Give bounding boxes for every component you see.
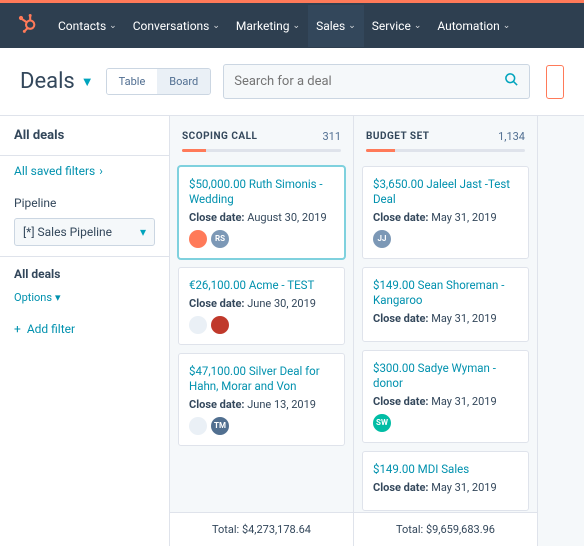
deal-close-date: Close date: May 31, 2019 (373, 312, 518, 325)
view-toggle: Table Board (106, 68, 212, 95)
deal-title: $300.00 Sadye Wyman - donor (373, 361, 518, 391)
deal-title: €26,100.00 Acme - TEST (189, 278, 334, 293)
sidebar-section-all-deals: All deals (0, 256, 169, 291)
all-saved-filters-link[interactable]: All saved filters › (0, 156, 169, 186)
avatar: RS (211, 230, 229, 248)
search-box[interactable] (223, 64, 530, 99)
chevron-down-icon: ⌄ (348, 21, 356, 31)
search-icon (504, 72, 519, 91)
deal-card[interactable]: $50,000.00 Ruth Simonis - Wedding Close d… (178, 166, 345, 259)
options-link[interactable]: Options ▾ (14, 291, 155, 304)
action-button[interactable] (546, 65, 564, 99)
top-nav: Contacts⌄Conversations⌄Marketing⌄Sales⌄S… (0, 0, 584, 48)
deal-card[interactable]: $149.00 Sean Shoreman - Kangaroo Close da… (362, 267, 529, 342)
deal-card[interactable]: $3,650.00 Jaleel Jast -Test Deal Close da… (362, 166, 529, 259)
deal-card[interactable]: $149.00 MDI Sales Close date: May 31, 201… (362, 451, 529, 511)
chevron-down-icon: ⌄ (503, 21, 511, 31)
sidebar-all-deals[interactable]: All deals (0, 116, 169, 156)
avatar (189, 417, 207, 435)
chevron-down-icon: ▾ (55, 291, 61, 304)
deal-card[interactable]: $300.00 Sadye Wyman - donor Close date: M… (362, 350, 529, 443)
chevron-down-icon: ⌄ (414, 21, 422, 31)
pipeline-label: Pipeline (0, 186, 169, 214)
avatar (189, 230, 207, 248)
deal-title: $3,650.00 Jaleel Jast -Test Deal (373, 177, 518, 207)
board-column: BUDGET SET 1,134 $3,650.00 Jaleel Jast -Te… (354, 116, 538, 546)
deal-card[interactable]: €26,100.00 Acme - TEST Close date: June 3… (178, 267, 345, 345)
column-title: SCOPING CALL (182, 131, 257, 142)
plus-icon: + (14, 322, 21, 336)
dropdown-icon: ▼ (81, 74, 94, 90)
pipeline-select[interactable]: [*] Sales Pipeline ▾ (14, 218, 155, 246)
nav-marketing[interactable]: Marketing⌄ (228, 5, 308, 47)
add-filter-button[interactable]: + Add filter (0, 312, 169, 346)
page-title[interactable]: Deals ▼ (20, 69, 94, 94)
deal-title: $149.00 Sean Shoreman - Kangaroo (373, 278, 518, 308)
chevron-down-icon: ▾ (140, 225, 146, 239)
deal-close-date: Close date: May 31, 2019 (373, 211, 518, 224)
nav-automation[interactable]: Automation⌄ (429, 5, 518, 47)
chevron-right-icon: › (99, 164, 103, 178)
deal-close-date: Close date: August 30, 2019 (189, 211, 334, 224)
chevron-down-icon: ⌄ (109, 21, 117, 31)
sidebar: All deals All saved filters › Pipeline [… (0, 116, 170, 546)
avatar: SW (373, 414, 391, 432)
nav-contacts[interactable]: Contacts⌄ (50, 5, 125, 47)
nav-sales[interactable]: Sales⌄ (308, 5, 364, 47)
deal-title: $149.00 MDI Sales (373, 462, 518, 477)
avatar (189, 316, 207, 334)
deal-close-date: Close date: May 31, 2019 (373, 395, 518, 408)
avatar: JJ (373, 230, 391, 248)
hubspot-logo (16, 13, 36, 38)
nav-service[interactable]: Service⌄ (364, 5, 430, 47)
column-total: Total: $9,659,683.96 (354, 512, 537, 546)
sub-header: Deals ▼ Table Board (0, 48, 584, 116)
board: SCOPING CALL 311 $50,000.00 Ruth Simonis -… (170, 116, 584, 546)
deal-close-date: Close date: June 13, 2019 (189, 398, 334, 411)
deal-card[interactable]: $47,100.00 Silver Deal for Hahn, Morar a… (178, 353, 345, 446)
nav-conversations[interactable]: Conversations⌄ (125, 5, 228, 47)
deal-close-date: Close date: May 31, 2019 (373, 481, 518, 494)
view-board[interactable]: Board (157, 69, 210, 94)
deal-title: $47,100.00 Silver Deal for Hahn, Morar a… (189, 364, 334, 394)
view-table[interactable]: Table (107, 69, 158, 94)
column-count: 311 (322, 130, 341, 143)
avatar (211, 316, 229, 334)
deal-close-date: Close date: June 30, 2019 (189, 297, 334, 310)
avatar: TM (211, 417, 229, 435)
chevron-down-icon: ⌄ (293, 21, 301, 31)
column-count: 1,134 (498, 130, 525, 143)
chevron-down-icon: ⌄ (212, 21, 220, 31)
column-title: BUDGET SET (366, 131, 430, 142)
column-total: Total: $4,273,178.64 (170, 512, 353, 546)
board-column: SCOPING CALL 311 $50,000.00 Ruth Simonis -… (170, 116, 354, 546)
deal-title: $50,000.00 Ruth Simonis - Wedding (189, 177, 334, 207)
search-input[interactable] (234, 74, 504, 89)
